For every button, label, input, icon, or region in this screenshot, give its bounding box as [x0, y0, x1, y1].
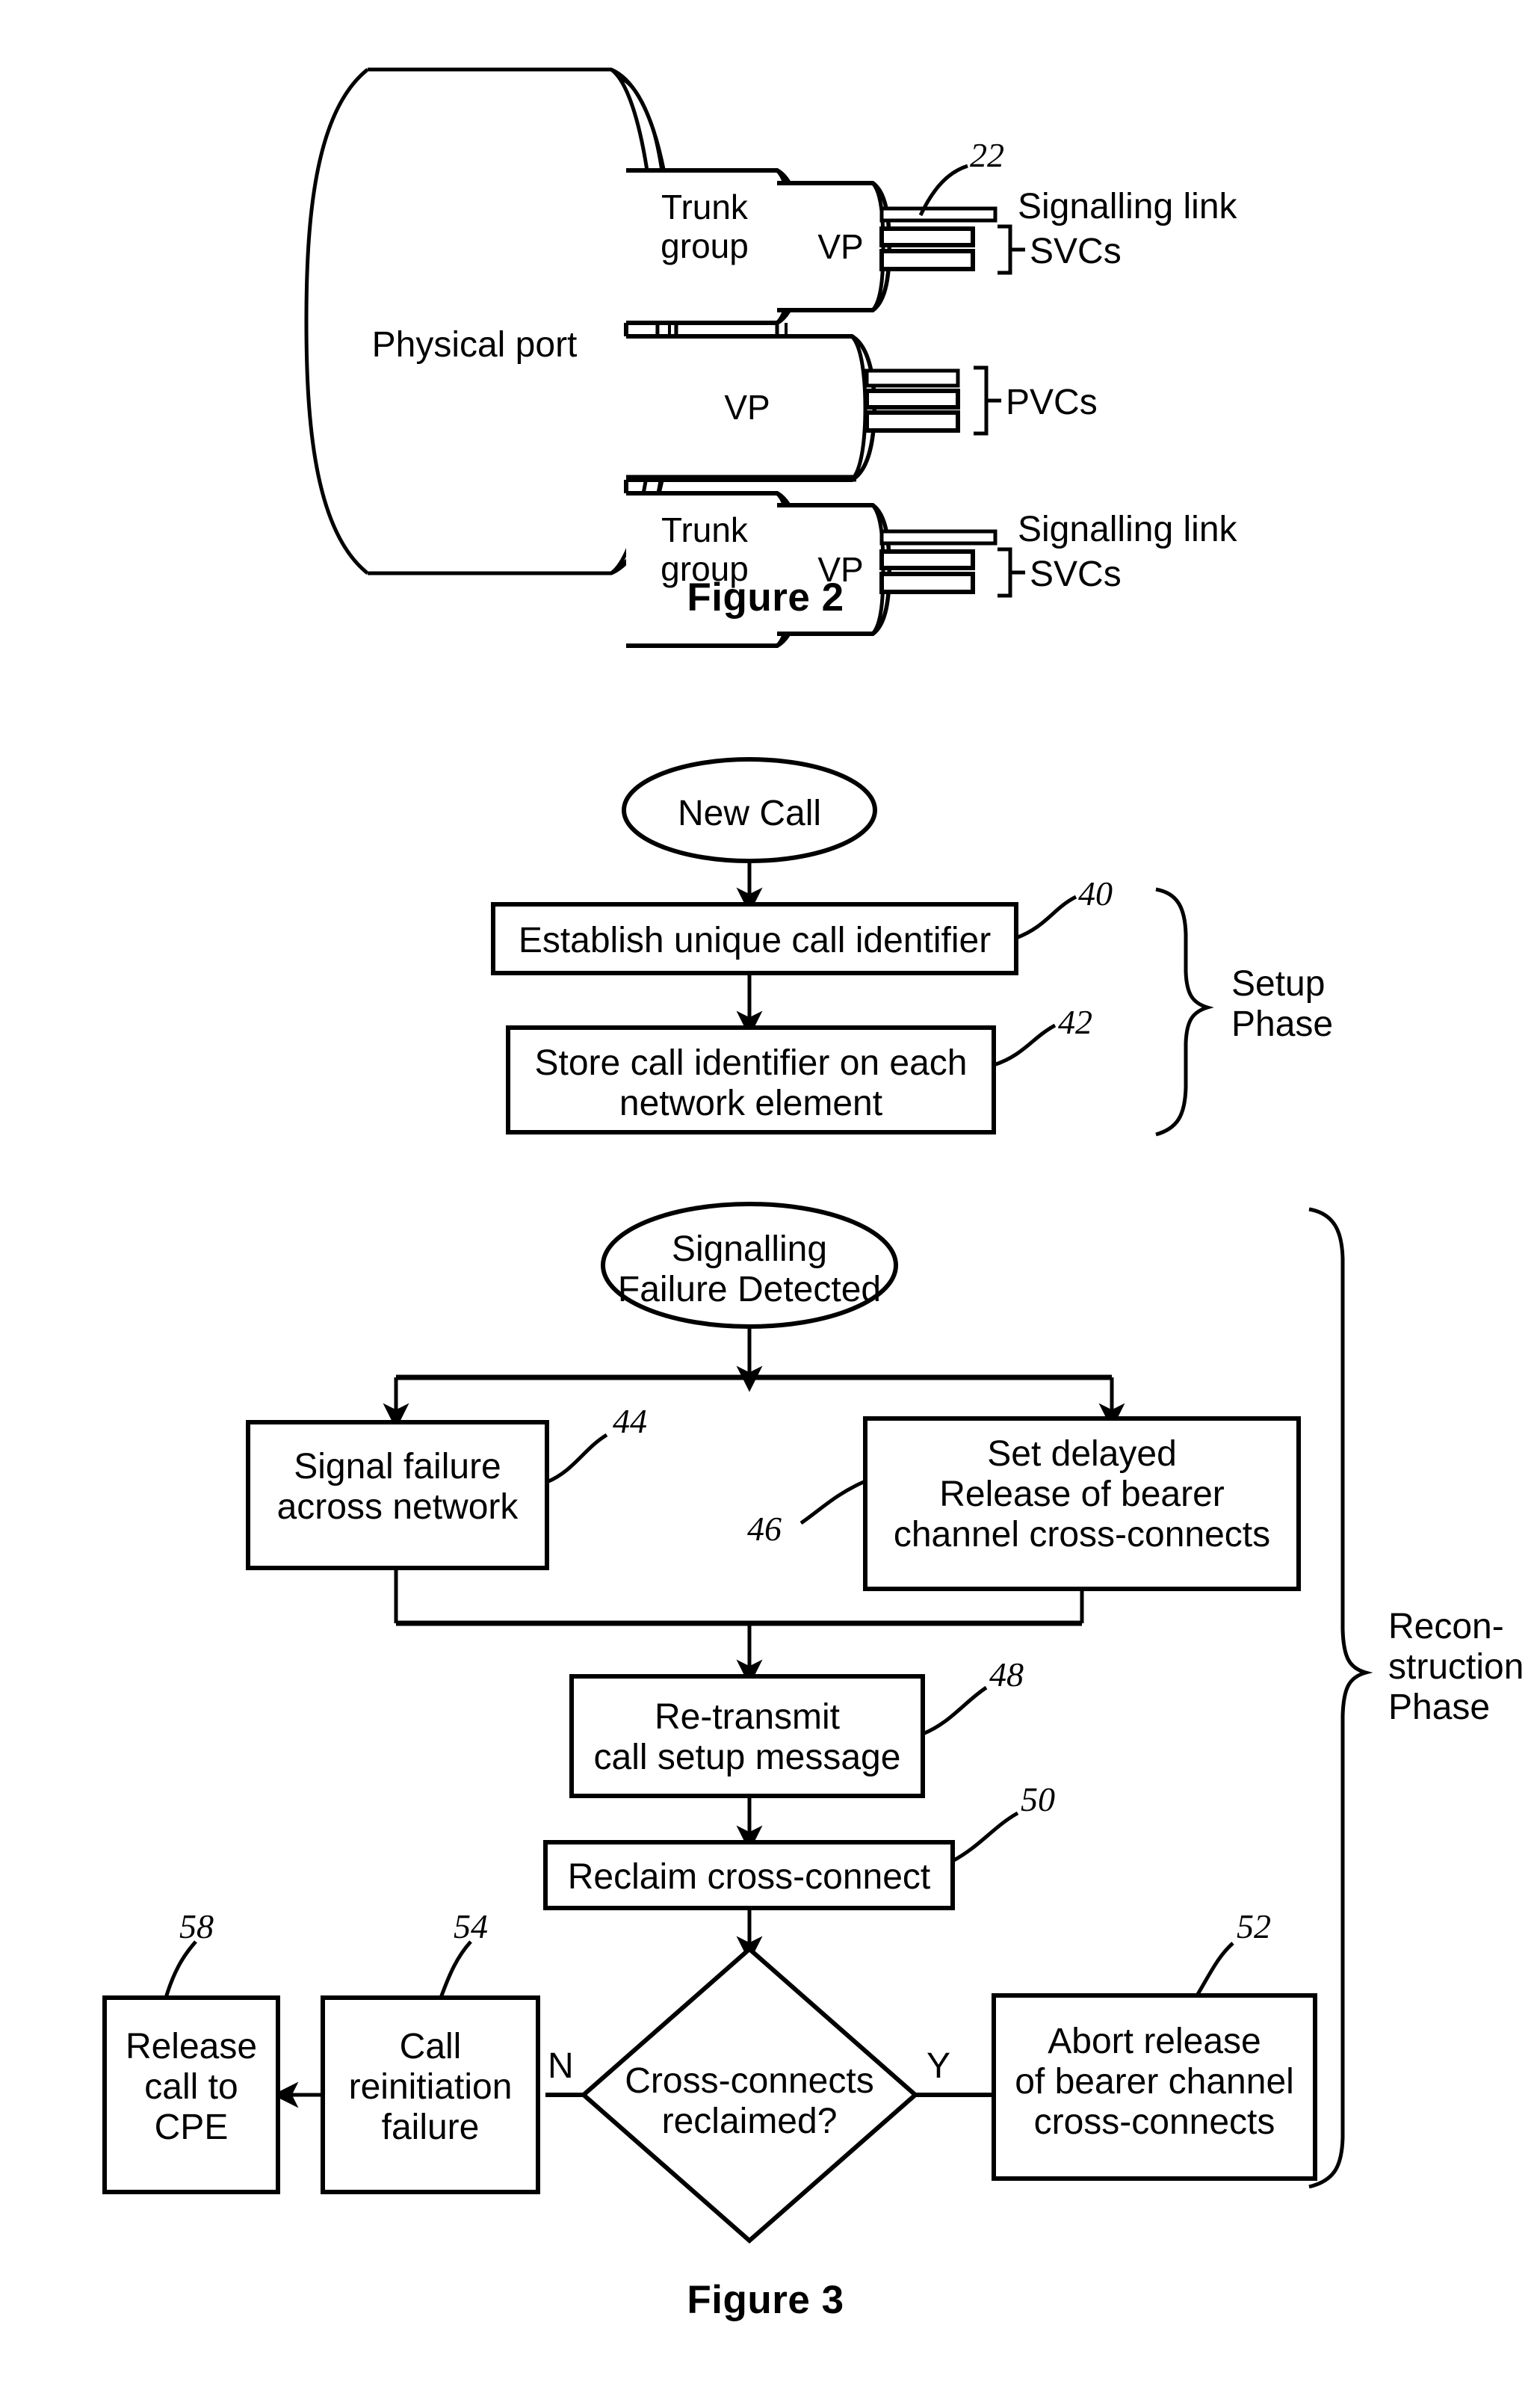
- figure2-row1-svcs-label: SVCs: [1030, 232, 1122, 271]
- branch-label-no: N: [548, 2046, 574, 2086]
- setup-phase-line2: Phase: [1231, 1004, 1334, 1044]
- trunk-line1: Trunk: [661, 510, 748, 549]
- ref-44: 44: [613, 1402, 647, 1440]
- node-set-delayed-label: Set delayed Release of bearer channel cros…: [865, 1434, 1299, 1555]
- node-new-call-label: New Call: [677, 794, 822, 833]
- node-decision-label: Cross-connects reclaimed?: [600, 2061, 899, 2142]
- branch-label-yes: Y: [927, 2046, 951, 2086]
- sigfail-line2: Failure Detected: [617, 1269, 882, 1309]
- setup-phase-label: Setup Phase: [1231, 964, 1411, 1045]
- ref-58: 58: [179, 1907, 214, 1945]
- node-retransmit-label: Re-transmit call setup message: [572, 1697, 923, 1778]
- figure2-row1-trunk-group-label: Trunk group: [641, 188, 768, 265]
- recon-phase-line1: Recon-: [1388, 1607, 1504, 1646]
- figure2-ref-22: 22: [970, 136, 1004, 174]
- node-signal-failure-label: Signal failure across network: [248, 1447, 547, 1528]
- node-establish-id-label: Establish unique call identifier: [518, 921, 992, 960]
- abort-line3: cross-connects: [1033, 2102, 1275, 2142]
- sigacross-line1: Signal failure: [294, 1447, 501, 1487]
- trunk-line1: Trunk: [661, 188, 748, 226]
- figure2-physical-port-label: Physical port: [371, 325, 578, 365]
- ref-52: 52: [1237, 1907, 1271, 1945]
- release-line1: Release: [125, 2027, 258, 2066]
- node-call-reinit-fail-label: Call reinitiation failure: [323, 2027, 538, 2147]
- ref-46: 46: [747, 1510, 782, 1548]
- release-line3: CPE: [154, 2107, 229, 2147]
- patent-drawing-sheet: Physical port Trunk group VP Signalling l…: [0, 0, 1531, 2408]
- decision-line2: reclaimed?: [661, 2101, 838, 2141]
- ref-42: 42: [1058, 1003, 1092, 1041]
- release-line2: call to: [144, 2066, 238, 2107]
- node-reclaim-label: Reclaim cross-connect: [567, 1857, 931, 1897]
- setdelayed-line2: Release of bearer: [939, 1474, 1225, 1514]
- node-store-id-label: Store call identifier on each network ele…: [508, 1043, 994, 1124]
- figure-3-caption: Figure 3: [687, 2278, 844, 2322]
- ref-48: 48: [989, 1655, 1024, 1694]
- reinit-line1: Call: [399, 2027, 462, 2066]
- recon-phase-line3: Phase: [1388, 1687, 1491, 1727]
- sigfail-line1: Signalling: [671, 1229, 828, 1269]
- figure-2-caption: Figure 2: [687, 575, 844, 620]
- abort-line2: of bearer channel: [1015, 2061, 1294, 2102]
- store-id-line2: network element: [619, 1083, 883, 1123]
- figure2-row3-signalling-link-label: Signalling link: [1018, 510, 1237, 549]
- node-signalling-failure-label: Signalling Failure Detected: [603, 1229, 896, 1310]
- ref-50: 50: [1021, 1780, 1055, 1818]
- node-abort-release-label: Abort release of bearer channel cross-conn…: [994, 2022, 1315, 2142]
- reinit-line2: reinitiation: [348, 2066, 513, 2107]
- retransmit-line1: Re-transmit: [654, 1697, 841, 1737]
- setup-phase-line1: Setup: [1231, 964, 1326, 1004]
- figure2-row1-vp-label: VP: [817, 227, 864, 266]
- ref-40: 40: [1078, 874, 1113, 913]
- figure2-row2-pvcs-label: PVCs: [1006, 383, 1098, 422]
- node-release-cpe-label: Release call to CPE: [105, 2027, 278, 2147]
- figure2-row2-vp-label: VP: [724, 388, 770, 427]
- recon-phase-line2: struction: [1388, 1646, 1524, 1687]
- trunk-line2: group: [661, 226, 749, 265]
- sigacross-line2: across network: [276, 1487, 519, 1527]
- abort-line1: Abort release: [1048, 2022, 1261, 2061]
- reconstruction-phase-label: Recon-struction Phase: [1388, 1607, 1531, 1727]
- figure2-row1-signalling-link-label: Signalling link: [1018, 187, 1237, 226]
- setdelayed-line1: Set delayed: [987, 1434, 1177, 1474]
- retransmit-line2: call setup message: [593, 1737, 901, 1777]
- reinit-line3: failure: [381, 2107, 480, 2147]
- setdelayed-line3: channel cross-connects: [893, 1514, 1271, 1555]
- decision-line1: Cross-connects: [625, 2061, 874, 2101]
- ref-54: 54: [454, 1907, 488, 1945]
- store-id-line1: Store call identifier on each: [534, 1043, 968, 1083]
